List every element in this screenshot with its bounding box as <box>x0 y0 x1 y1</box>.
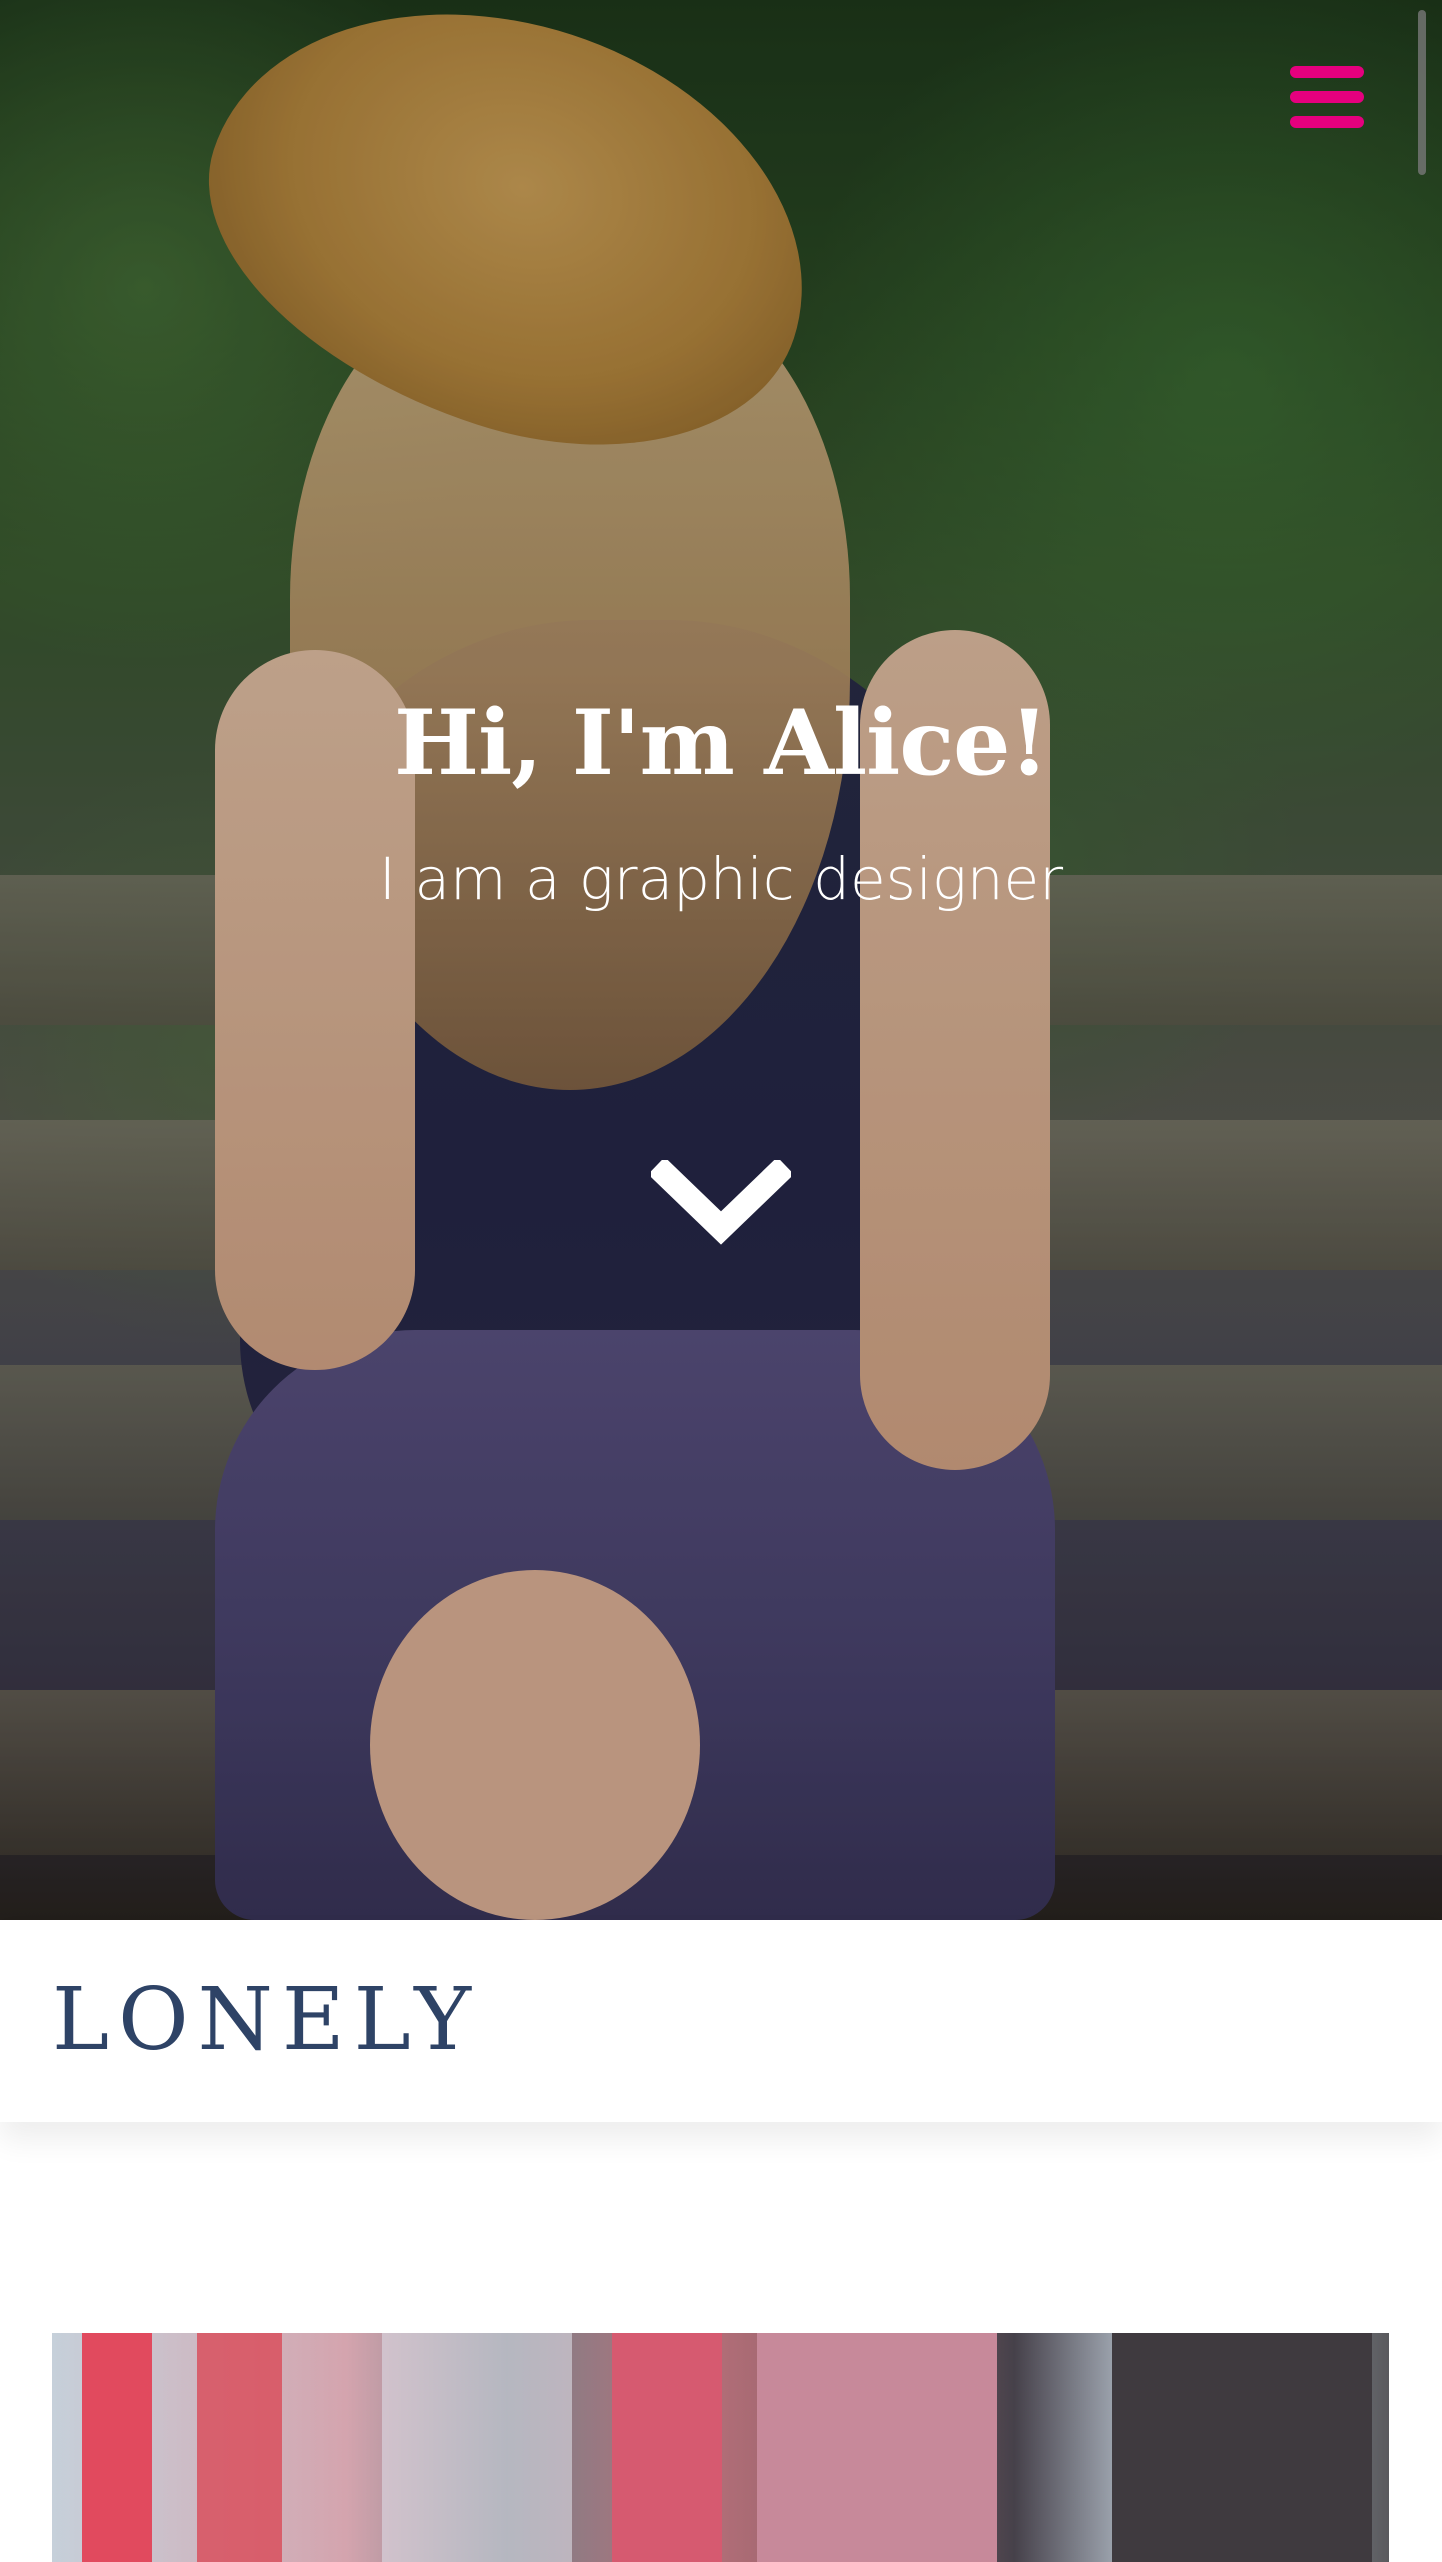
menu-bar <box>1290 91 1364 103</box>
hero-title: Hi, I'm Alice! <box>394 690 1049 796</box>
hero-overlay <box>0 0 1442 1920</box>
image-detail <box>612 2333 722 2562</box>
image-detail <box>757 2333 997 2562</box>
hero-section: Hi, I'm Alice! I am a graphic designer <box>0 0 1442 1920</box>
image-detail <box>82 2333 152 2562</box>
image-detail <box>382 2333 572 2562</box>
menu-bar <box>1290 116 1364 128</box>
hamburger-menu-icon[interactable] <box>1290 66 1364 128</box>
site-logo[interactable]: LONELY <box>52 1970 480 2070</box>
post-thumbnail-image[interactable] <box>52 2333 1389 2562</box>
scrollbar[interactable] <box>1418 10 1426 175</box>
menu-bar <box>1290 66 1364 78</box>
chevron-down-icon-graphic <box>648 1157 794 1245</box>
image-detail <box>197 2333 282 2562</box>
hero-subtitle: I am a graphic designer <box>378 845 1064 913</box>
image-detail <box>1112 2333 1372 2562</box>
chevron-down-icon[interactable] <box>648 1157 794 1250</box>
